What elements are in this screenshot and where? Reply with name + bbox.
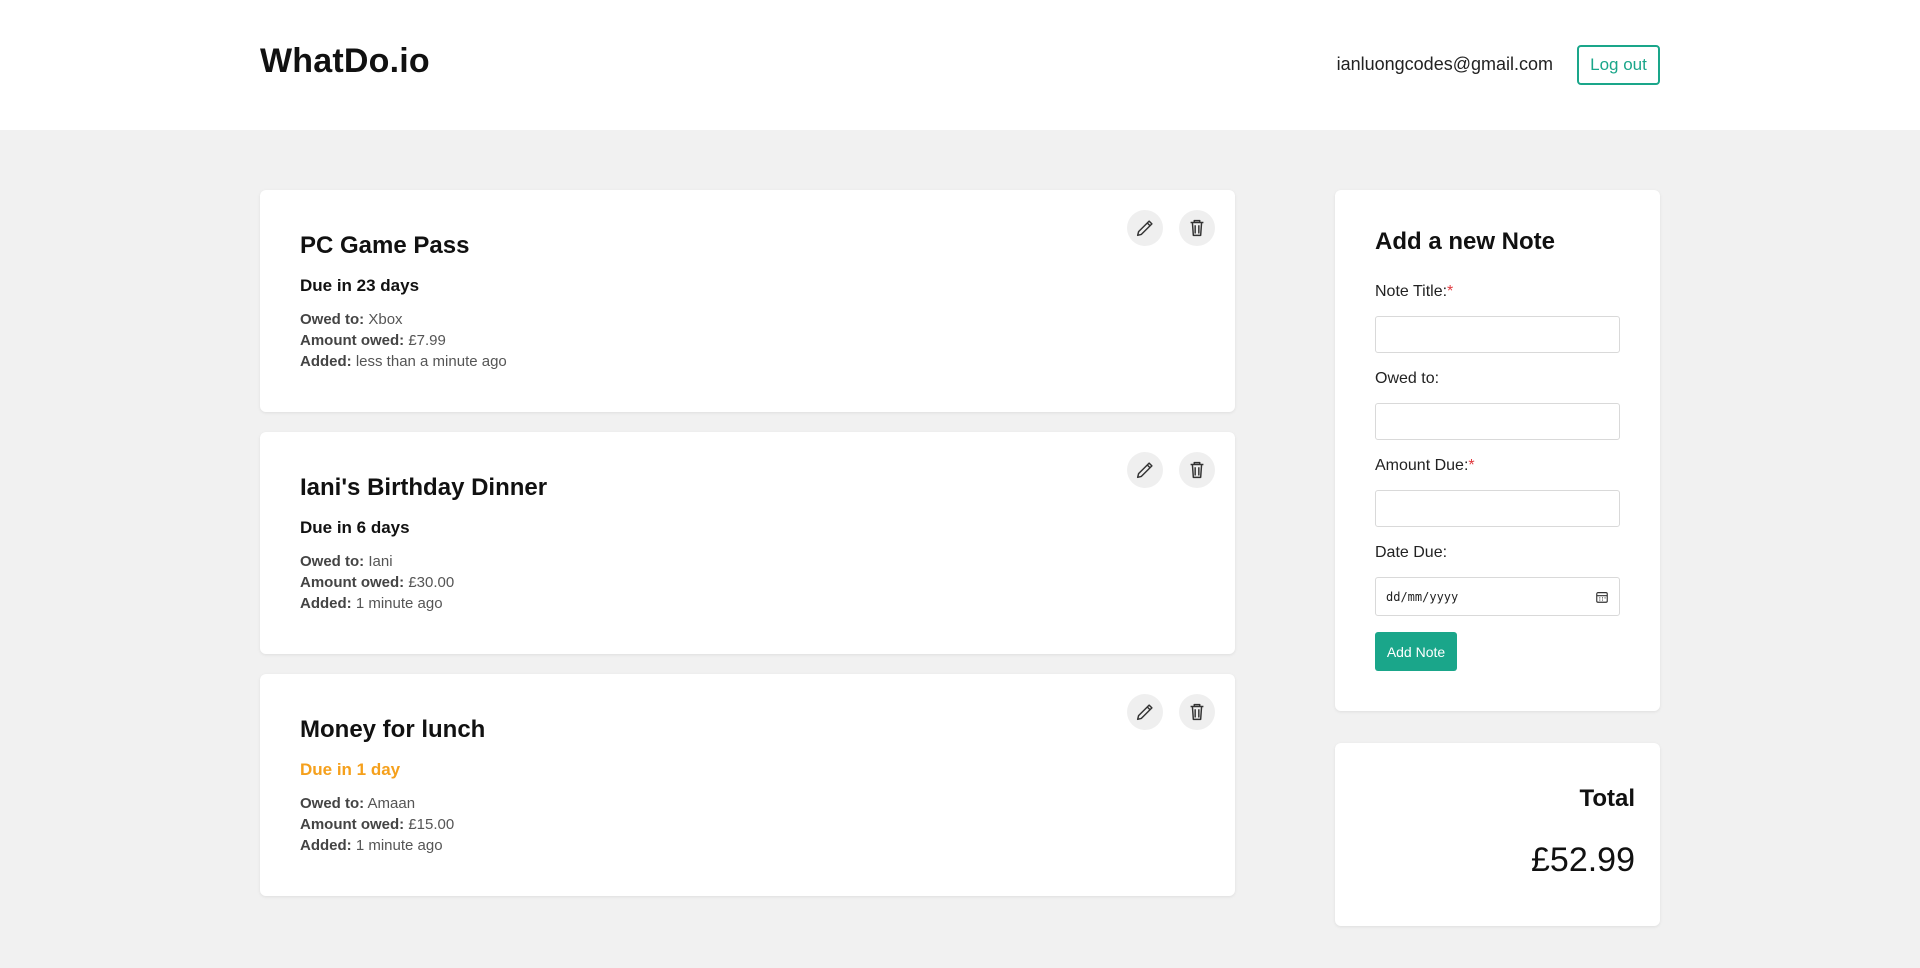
note-added-row: Added: less than a minute ago (300, 351, 507, 372)
total-card: Total £52.99 (1335, 743, 1660, 926)
added-label: Added: (300, 353, 352, 370)
note-card: Iani's Birthday Dinner Due in 6 days Owe… (260, 432, 1235, 654)
edit-note-button[interactable] (1127, 452, 1163, 488)
added-value: less than a minute ago (355, 353, 507, 370)
delete-note-button[interactable] (1179, 452, 1215, 488)
amount-value: £15.00 (408, 816, 455, 833)
note-added-row: Added: 1 minute ago (300, 593, 454, 614)
note-title: Money for lunch (300, 716, 486, 743)
required-marker: * (1447, 283, 1454, 300)
amount-value: £30.00 (408, 574, 455, 591)
user-email: ianluongcodes@gmail.com (1336, 54, 1553, 74)
added-value: 1 minute ago (355, 837, 443, 854)
amount-label: Amount owed: (300, 332, 405, 349)
note-due-warning: Due in 1 day (300, 760, 401, 779)
pencil-icon (1136, 462, 1153, 479)
amount-due-label: Amount Due:* (1375, 457, 1475, 475)
owed-to-label: Owed to: (300, 311, 365, 328)
amount-label: Amount owed: (300, 816, 405, 833)
form-heading: Add a new Note (1375, 228, 1556, 255)
logout-button[interactable]: Log out (1577, 45, 1660, 85)
owed-to-input[interactable] (1375, 403, 1620, 440)
added-label: Added: (300, 837, 352, 854)
owed-to-field-label: Owed to: (1375, 370, 1440, 387)
note-title-input[interactable] (1375, 316, 1620, 353)
added-label: Added: (300, 595, 352, 612)
note-owed-to-row: Owed to: Amaan (300, 793, 454, 814)
note-title-label: Note Title:* (1375, 283, 1453, 301)
amount-value: £7.99 (408, 332, 446, 349)
edit-note-button[interactable] (1127, 694, 1163, 730)
note-details: Owed to: Xbox Amount owed: £7.99 Added: … (300, 309, 507, 372)
top-header: WhatDo.io ianluongcodes@gmail.com Log ou… (0, 0, 1920, 130)
note-due: Due in 23 days (300, 276, 420, 295)
amount-label: Amount owed: (300, 574, 405, 591)
note-amount-row: Amount owed: £15.00 (300, 814, 454, 835)
note-title: Iani's Birthday Dinner (300, 474, 548, 501)
pencil-icon (1136, 220, 1153, 237)
amount-due-label-text: Amount Due: (1375, 457, 1469, 474)
note-details: Owed to: Iani Amount owed: £30.00 Added:… (300, 551, 454, 614)
added-value: 1 minute ago (355, 595, 443, 612)
required-marker: * (1468, 457, 1475, 474)
owed-to-value: Iani (368, 553, 393, 570)
brand-logo-text[interactable]: WhatDo.io (260, 42, 430, 81)
edit-note-button[interactable] (1127, 210, 1163, 246)
calendar-icon[interactable] (1595, 590, 1609, 604)
amount-due-input[interactable] (1375, 490, 1620, 527)
note-details: Owed to: Amaan Amount owed: £15.00 Added… (300, 793, 454, 856)
note-title: PC Game Pass (300, 232, 470, 259)
owed-to-value: Amaan (367, 795, 416, 812)
owed-to-label: Owed to: (300, 553, 365, 570)
note-amount-row: Amount owed: £7.99 (300, 330, 507, 351)
trash-icon (1190, 219, 1204, 237)
note-title-label-text: Note Title: (1375, 283, 1448, 300)
note-card: Money for lunch Due in 1 day Owed to: Am… (260, 674, 1235, 896)
total-label: Total (1579, 785, 1635, 812)
date-due-input[interactable]: dd/mm/yyyy (1375, 577, 1620, 616)
pencil-icon (1136, 704, 1153, 721)
add-note-button[interactable]: Add Note (1375, 632, 1457, 671)
owed-to-value: Xbox (368, 311, 403, 328)
add-note-form: Add a new Note Note Title:* Owed to: Amo… (1335, 190, 1660, 711)
trash-icon (1190, 461, 1204, 479)
note-owed-to-row: Owed to: Xbox (300, 309, 507, 330)
total-value: £52.99 (1531, 841, 1635, 879)
trash-icon (1190, 703, 1204, 721)
note-added-row: Added: 1 minute ago (300, 835, 454, 856)
note-amount-row: Amount owed: £30.00 (300, 572, 454, 593)
owed-to-label: Owed to: (300, 795, 365, 812)
date-placeholder: dd/mm/yyyy (1386, 589, 1459, 604)
delete-note-button[interactable] (1179, 694, 1215, 730)
note-owed-to-row: Owed to: Iani (300, 551, 454, 572)
date-due-label: Date Due: (1375, 544, 1448, 561)
note-card: PC Game Pass Due in 23 days Owed to: Xbo… (260, 190, 1235, 412)
delete-note-button[interactable] (1179, 210, 1215, 246)
note-due: Due in 6 days (300, 518, 410, 537)
